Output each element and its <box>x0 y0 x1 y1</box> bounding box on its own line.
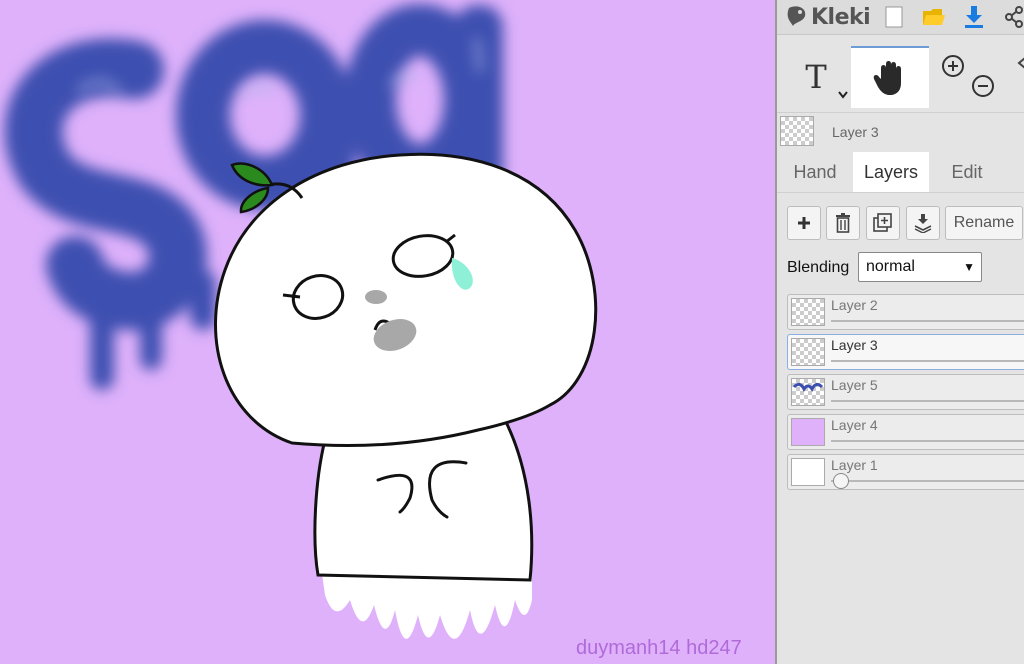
layer-name: Layer 5 <box>831 377 878 393</box>
duplicate-icon <box>873 213 892 232</box>
layer-item-layer-1[interactable]: Layer 1 <box>787 454 1024 490</box>
chevron-down-icon[interactable] <box>837 90 849 100</box>
current-layer-preview: Layer 3 <box>777 112 1024 151</box>
blending-label: Blending <box>787 259 850 276</box>
layer-name: Layer 4 <box>831 417 878 433</box>
new-file-button[interactable] <box>879 2 909 32</box>
blending-mode-select[interactable]: normal ▼ <box>858 252 982 282</box>
open-file-button[interactable] <box>919 2 949 32</box>
delete-layer-button[interactable] <box>826 206 860 240</box>
artist-signature: duymanh14 hd247 <box>576 637 742 659</box>
new-file-icon <box>885 6 903 28</box>
layer-thumbnail <box>791 338 825 366</box>
layer-opacity-slider[interactable] <box>831 360 1024 362</box>
zoom-out-icon[interactable] <box>971 74 995 98</box>
layer-thumbnail <box>791 298 825 326</box>
layer-thumbnail-art <box>792 382 824 392</box>
hand-icon <box>873 61 901 95</box>
add-layer-button[interactable] <box>787 206 821 240</box>
layer-opacity-slider[interactable] <box>831 320 1024 322</box>
plus-icon <box>798 217 810 229</box>
layer-opacity-slider[interactable] <box>831 480 1024 482</box>
layer-name: Layer 2 <box>831 297 878 313</box>
merge-down-button[interactable] <box>906 206 940 240</box>
merge-down-icon <box>914 214 932 233</box>
current-layer-thumbnail <box>780 116 814 146</box>
rename-layer-button[interactable]: Rename <box>945 206 1023 240</box>
zoom-tools <box>931 46 1001 108</box>
layer-item-layer-5[interactable]: Layer 5 <box>787 374 1024 410</box>
layer-opacity-slider[interactable] <box>831 440 1024 442</box>
text-tool-button[interactable]: T <box>781 46 851 108</box>
drawing-canvas[interactable]: duymanh14 hd247 <box>0 0 775 664</box>
chevron-down-icon: ▼ <box>963 260 975 274</box>
nose <box>365 290 387 304</box>
tool-panel: Kleki T Layer 3 Hand Layers Edit Rename … <box>777 0 1024 664</box>
layer-thumbnail <box>791 458 825 486</box>
hand-tool-button[interactable] <box>851 46 929 108</box>
app-name: Kleki <box>811 4 871 30</box>
current-layer-name: Layer 3 <box>832 124 879 140</box>
layer-thumbnail <box>791 418 825 446</box>
canvas-artwork <box>4 4 598 639</box>
download-button[interactable] <box>959 2 989 32</box>
layer-name: Layer 3 <box>831 337 878 353</box>
layer-thumbnail <box>791 378 825 406</box>
tab-layers[interactable]: Layers <box>853 152 929 192</box>
tab-hand[interactable]: Hand <box>777 152 853 192</box>
panel-tabs: Hand Layers Edit <box>777 152 1024 192</box>
top-toolbar: Kleki <box>777 0 1024 35</box>
zoom-in-icon[interactable] <box>941 54 965 78</box>
left-eyelash <box>282 293 301 299</box>
download-icon <box>965 6 983 28</box>
trash-icon <box>836 213 850 233</box>
layer-item-layer-4[interactable]: Layer 4 <box>787 414 1024 450</box>
layer-opacity-handle[interactable] <box>833 473 849 489</box>
share-icon <box>1005 6 1023 28</box>
layer-name: Layer 1 <box>831 457 878 473</box>
duplicate-layer-button[interactable] <box>866 206 900 240</box>
layer-item-layer-2[interactable]: Layer 2 <box>787 294 1024 330</box>
kleki-logo-icon <box>787 6 806 26</box>
open-folder-icon <box>923 9 945 25</box>
tool-selector: T <box>777 46 1024 110</box>
text-tool-icon: T <box>805 58 827 96</box>
layer-opacity-slider[interactable] <box>831 400 1024 402</box>
scroll-right-icon[interactable] <box>1017 56 1024 70</box>
kleki-logo[interactable]: Kleki <box>785 3 871 31</box>
layers-panel: Rename Blending normal ▼ Layer 2 Layer 3… <box>777 192 1024 664</box>
share-button[interactable] <box>999 2 1024 32</box>
blending-mode-value: normal <box>866 258 915 275</box>
layer-item-layer-3[interactable]: Layer 3 <box>787 334 1024 370</box>
tab-edit[interactable]: Edit <box>929 152 1005 192</box>
